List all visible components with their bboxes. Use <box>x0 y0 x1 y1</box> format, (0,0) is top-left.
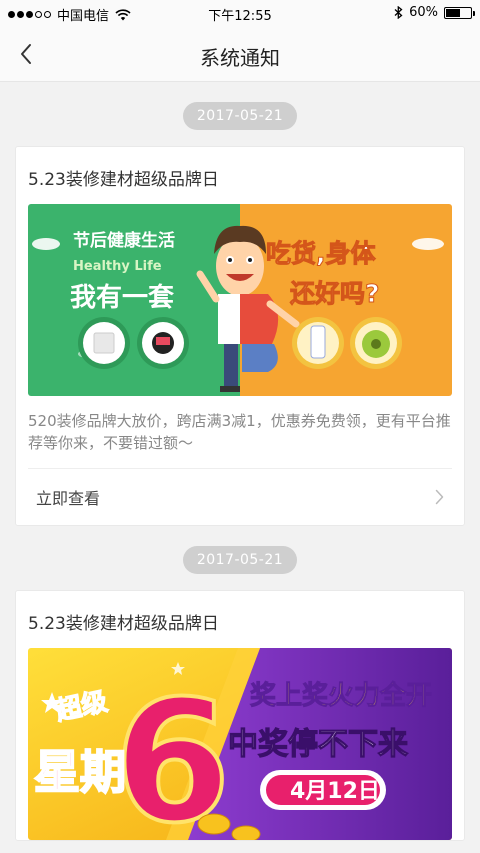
promo-banner-super-saturday[interactable]: 6 超级 星期 奖上奖火力全开 中奖停不下来 4月12日 <box>28 648 452 840</box>
banner1-left-line2: Healthy Life <box>73 259 162 274</box>
promo-banner-healthy-life[interactable]: 节后健康生活 Healthy Life 我有一套 吃货,身体 还好吗? <box>28 204 452 396</box>
notification-card[interactable]: 5.23装修建材超级品牌日 6 超级 星期 奖上奖火力全开 中奖停不下来 4月1… <box>15 590 465 841</box>
date-pill: 2017-05-21 <box>182 546 298 574</box>
banner1-left-line3: 我有一套 <box>70 283 175 313</box>
status-right: 60% <box>394 5 475 20</box>
view-now-label: 立即查看 <box>36 489 101 508</box>
nav-bar: 系统通知 <box>0 26 480 82</box>
battery-percent: 60% <box>409 5 438 20</box>
date-pill: 2017-05-21 <box>182 102 298 130</box>
banner2-right-line2: 中奖停不下来 <box>228 727 408 762</box>
banner1-left-line1: 节后健康生活 <box>73 230 175 251</box>
notification-title: 5.23装修建材超级品牌日 <box>28 614 219 634</box>
chevron-left-icon <box>21 44 31 64</box>
notification-feed[interactable]: 2017-05-21 5.23装修建材超级品牌日 节后健康生活 Healthy … <box>0 82 480 841</box>
back-button[interactable] <box>12 40 40 68</box>
battery-icon <box>444 6 475 19</box>
date-divider: 2017-05-21 <box>15 526 465 590</box>
banner1-right-line2: 还好吗? <box>290 279 380 308</box>
banner2-right-line1: 奖上奖火力全开 <box>250 680 432 711</box>
view-now-row[interactable]: 立即查看 <box>28 468 452 525</box>
chevron-right-icon <box>435 489 444 505</box>
banner1-right-line1: 吃货,身体 <box>266 239 376 268</box>
date-divider: 2017-05-21 <box>15 82 465 146</box>
status-bar: 中国电信 下午12:55 60% <box>0 0 480 26</box>
notification-card[interactable]: 5.23装修建材超级品牌日 节后健康生活 Healthy Life 我有一套 吃… <box>15 146 465 526</box>
notification-description: 520装修品牌大放价，跨店满3减1，优惠券免费领，更有平台推荐等你来，不要错过额… <box>28 412 451 452</box>
bluetooth-icon <box>394 6 403 19</box>
banner2-date-badge: 4月12日 <box>290 779 380 804</box>
battery-level <box>446 8 461 17</box>
page-title: 系统通知 <box>200 46 280 70</box>
banner2-left-line2: 星期 <box>34 745 126 799</box>
notification-title: 5.23装修建材超级品牌日 <box>28 170 219 190</box>
